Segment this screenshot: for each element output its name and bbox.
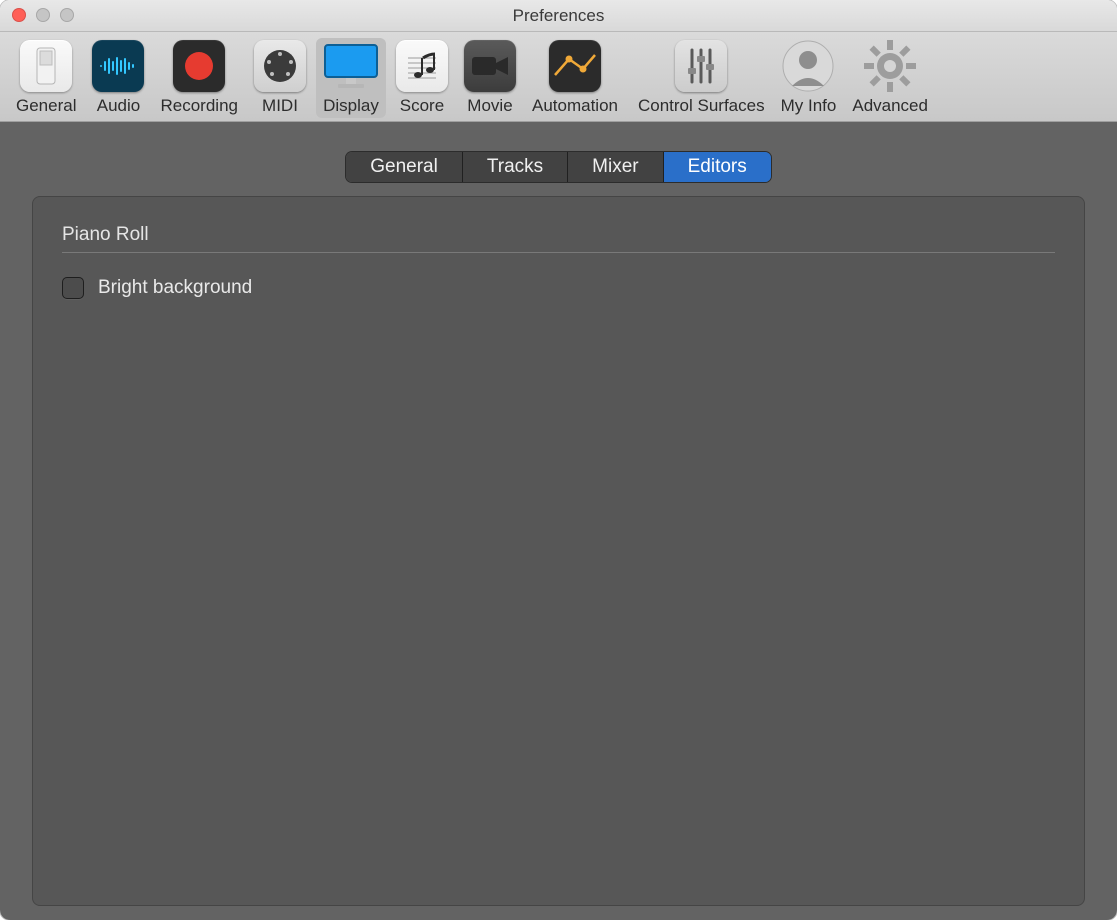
toolbar-item-general[interactable]: General bbox=[10, 38, 82, 118]
toolbar-item-midi[interactable]: MIDI bbox=[248, 38, 312, 118]
switch-icon bbox=[20, 40, 72, 92]
toolbar-item-movie[interactable]: Movie bbox=[458, 38, 522, 118]
option-bright-background: Bright background bbox=[62, 277, 1055, 299]
automation-icon bbox=[549, 40, 601, 92]
toolbar-label: Advanced bbox=[852, 96, 928, 116]
toolbar-item-my-info[interactable]: My Info bbox=[775, 38, 843, 118]
toolbar-label: Automation bbox=[532, 96, 618, 116]
sliders-icon bbox=[675, 40, 727, 92]
toolbar-item-display[interactable]: Display bbox=[316, 38, 386, 118]
tab-general[interactable]: General bbox=[346, 152, 463, 182]
toolbar-item-automation[interactable]: Automation bbox=[526, 38, 624, 118]
toolbar-label: Audio bbox=[97, 96, 140, 116]
titlebar: Preferences bbox=[0, 0, 1117, 32]
toolbar-label: Movie bbox=[467, 96, 512, 116]
toolbar-item-recording[interactable]: Recording bbox=[154, 38, 244, 118]
toolbar-label: My Info bbox=[781, 96, 837, 116]
toolbar-label: Recording bbox=[160, 96, 238, 116]
toolbar-item-audio[interactable]: Audio bbox=[86, 38, 150, 118]
toolbar-item-advanced[interactable]: Advanced bbox=[846, 38, 934, 118]
option-label: Bright background bbox=[98, 277, 252, 299]
bright-background-checkbox[interactable] bbox=[62, 277, 84, 299]
minimize-icon[interactable] bbox=[36, 8, 50, 22]
tab-editors[interactable]: Editors bbox=[664, 152, 771, 182]
body: General Tracks Mixer Editors Piano Roll … bbox=[0, 122, 1117, 920]
subtab-bar: General Tracks Mixer Editors bbox=[346, 152, 771, 182]
tab-mixer[interactable]: Mixer bbox=[568, 152, 663, 182]
gear-icon bbox=[864, 40, 916, 92]
toolbar-item-control-surfaces[interactable]: Control Surfaces bbox=[632, 38, 771, 118]
midi-icon bbox=[254, 40, 306, 92]
toolbar-label: Display bbox=[323, 96, 379, 116]
toolbar-label: Control Surfaces bbox=[638, 96, 765, 116]
content-panel: Piano Roll Bright background bbox=[32, 196, 1085, 906]
tab-tracks[interactable]: Tracks bbox=[463, 152, 568, 182]
waveform-icon bbox=[92, 40, 144, 92]
section-title: Piano Roll bbox=[62, 224, 1055, 253]
record-icon bbox=[173, 40, 225, 92]
preferences-toolbar: General Audio Recording bbox=[0, 32, 1117, 122]
window-title: Preferences bbox=[513, 6, 605, 26]
camera-icon bbox=[464, 40, 516, 92]
close-icon[interactable] bbox=[12, 8, 26, 22]
person-icon bbox=[782, 40, 834, 92]
toolbar-label: MIDI bbox=[262, 96, 298, 116]
toolbar-label: Score bbox=[400, 96, 444, 116]
maximize-icon[interactable] bbox=[60, 8, 74, 22]
preferences-window: Preferences General bbox=[0, 0, 1117, 920]
score-icon bbox=[396, 40, 448, 92]
display-icon bbox=[322, 40, 380, 92]
toolbar-label: General bbox=[16, 96, 76, 116]
window-controls bbox=[12, 8, 74, 22]
toolbar-item-score[interactable]: Score bbox=[390, 38, 454, 118]
